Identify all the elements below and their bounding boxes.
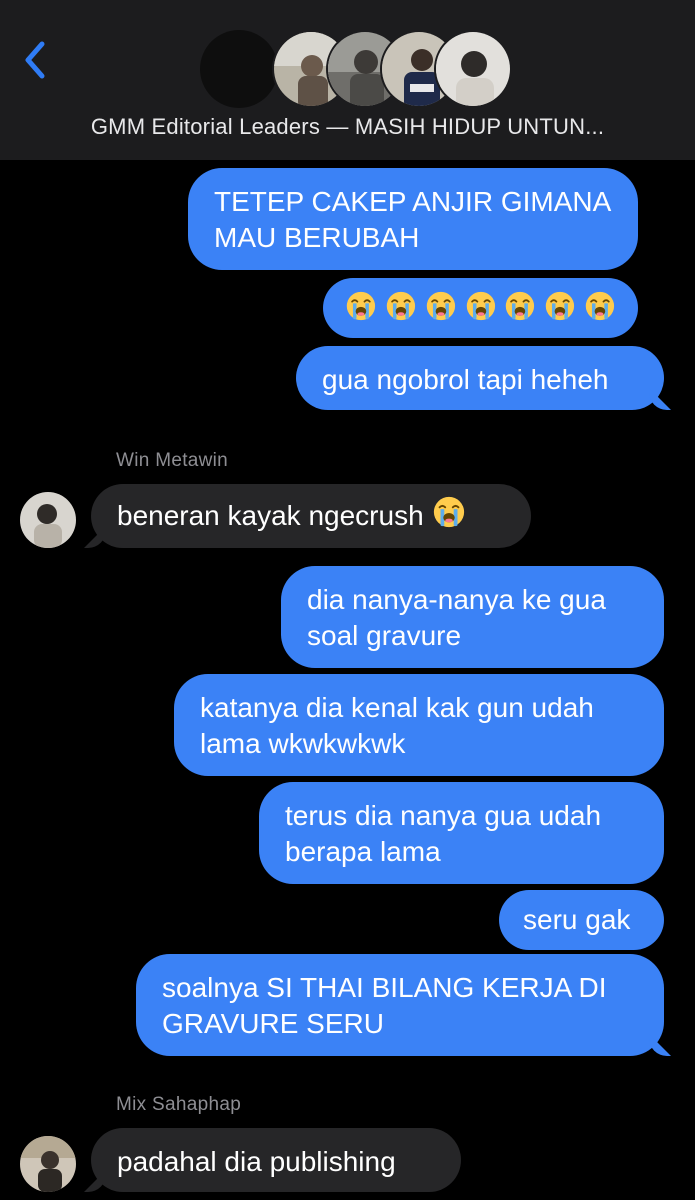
message-bubble-outgoing[interactable]: gua ngobrol tapi heheh — [296, 346, 664, 410]
message-line: gua ngobrol tapi heheh — [322, 364, 609, 395]
loudly-crying-face-icon — [386, 291, 415, 321]
sender-name: Mix Sahaphap — [116, 1094, 242, 1115]
message-line: katanya dia kenal kak gun udah — [200, 692, 594, 723]
message-line: terus dia nanya gua udah — [285, 800, 602, 831]
message-bubble-outgoing[interactable]: soalnya SI THAI BILANG KERJA DI GRAVURE … — [136, 954, 664, 1056]
loudly-crying-face-icon — [546, 291, 575, 321]
sender-avatar-mix[interactable] — [20, 1136, 76, 1192]
loudly-crying-face-icon — [432, 495, 466, 538]
message-bubble-outgoing[interactable]: katanya dia kenal kak gun udah lama wkwk… — [174, 674, 664, 776]
group-avatars[interactable] — [200, 30, 512, 110]
loudly-crying-face-icon — [506, 291, 535, 321]
message-bubble-outgoing[interactable]: TETEP CAKEP ANJIR GIMANA MAU BERUBAH — [188, 168, 638, 270]
message-line: soalnya SI THAI BILANG KERJA DI — [162, 972, 607, 1003]
group-avatar-4 — [434, 30, 512, 108]
message-line: seru gak — [523, 904, 631, 935]
message-line: TETEP CAKEP ANJIR GIMANA — [214, 186, 612, 217]
chat-header: GMM Editorial Leaders — MASIH HIDUP UNTU… — [0, 0, 695, 160]
message-line: lama wkwkwkwk — [200, 728, 406, 759]
message-line: berapa lama — [285, 836, 441, 867]
back-button[interactable] — [20, 38, 50, 82]
loudly-crying-face-icon — [466, 291, 495, 321]
loudly-crying-face-icon — [585, 291, 615, 321]
message-line: MAU BERUBAH — [214, 222, 420, 253]
chevron-left-icon — [25, 41, 45, 79]
message-text: padahal dia publishing — [117, 1146, 396, 1177]
message-bubble-incoming[interactable]: beneran kayak ngecrush — [91, 484, 531, 548]
loudly-crying-face-icon — [346, 291, 376, 321]
message-bubble-incoming[interactable]: padahal dia publishing — [91, 1128, 461, 1192]
message-text: beneran kayak ngecrush — [117, 500, 424, 531]
group-title[interactable]: GMM Editorial Leaders — MASIH HIDUP UNTU… — [0, 114, 695, 140]
message-line: soal gravure — [307, 620, 462, 651]
loudly-crying-face-icon — [433, 496, 464, 527]
message-line: GRAVURE SERU — [162, 1008, 384, 1039]
loudly-crying-face-icon — [426, 291, 455, 321]
sender-name: Win Metawin — [116, 450, 229, 471]
message-bubble-outgoing[interactable]: seru gak — [499, 890, 664, 950]
sender-avatar-win[interactable] — [20, 492, 76, 548]
emoji-row — [345, 288, 616, 324]
message-line: dia nanya-nanya ke gua — [307, 584, 606, 615]
message-bubble-outgoing[interactable]: dia nanya-nanya ke gua soal gravure — [281, 566, 664, 668]
message-bubble-emoji[interactable] — [323, 278, 638, 338]
message-bubble-outgoing[interactable]: terus dia nanya gua udah berapa lama — [259, 782, 664, 884]
group-avatar-hidden — [200, 30, 278, 108]
